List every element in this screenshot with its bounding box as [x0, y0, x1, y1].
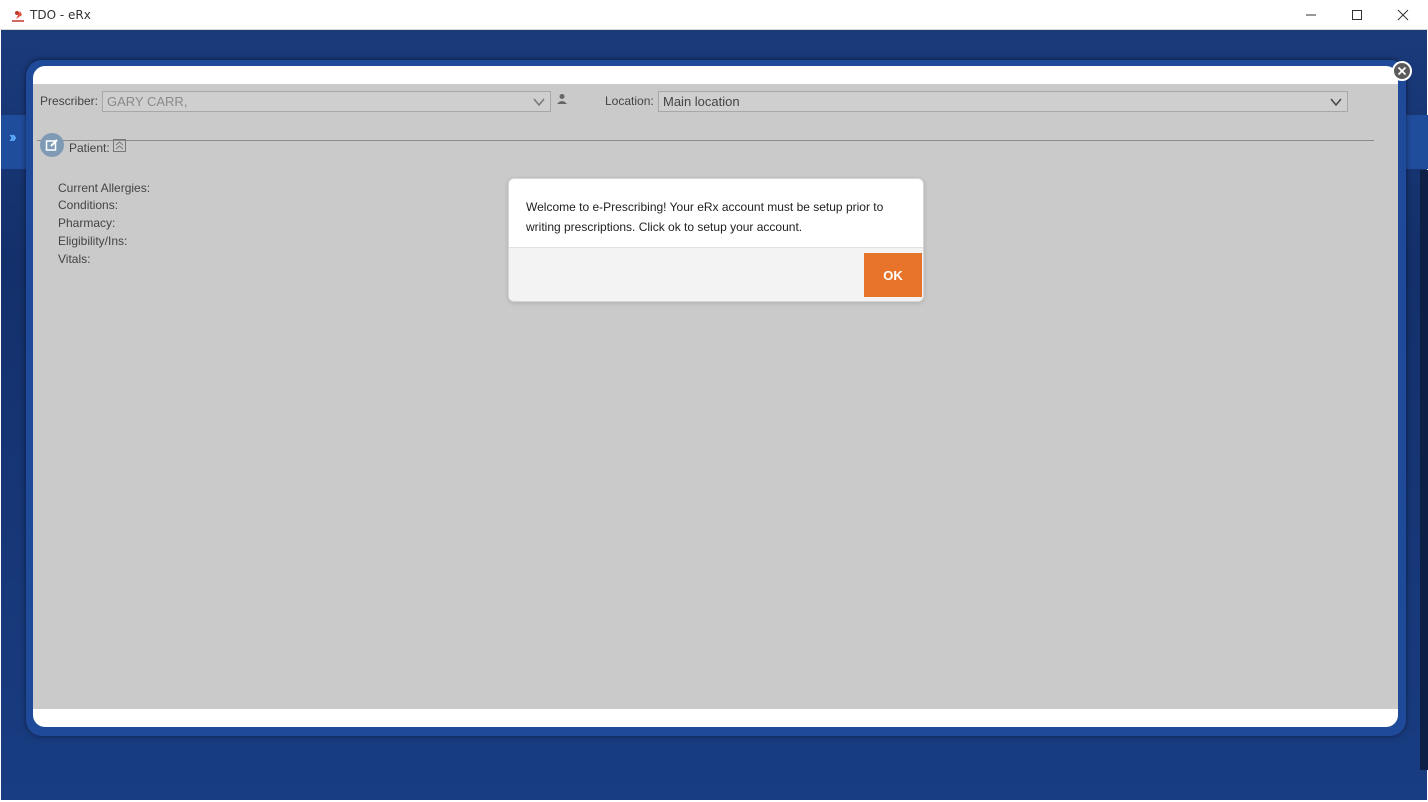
dialog-footer: OK [509, 247, 923, 301]
patient-label: Patient: [69, 141, 110, 155]
location-value: Main location [663, 94, 740, 109]
close-modal-button[interactable] [1392, 61, 1412, 81]
minimize-icon [1306, 14, 1316, 16]
expand-sidebar-icon[interactable]: ›› [9, 129, 16, 147]
current-allergies-label: Current Allergies: [58, 181, 151, 195]
conditions-label: Conditions: [58, 198, 119, 212]
location-label: Location: [605, 94, 654, 108]
eligibility-label: Eligibility/Ins: [58, 234, 128, 248]
location-select[interactable]: Main location [658, 91, 1348, 112]
prescriber-person-icon[interactable] [556, 93, 568, 105]
prescriber-value: GARY CARR, [107, 94, 188, 109]
dialog-message: Welcome to e-Prescribing! Your eRx accou… [526, 200, 884, 234]
close-icon [1397, 66, 1407, 76]
close-icon [1397, 9, 1409, 21]
window-title: TDO - eRx [30, 8, 91, 22]
vitals-label: Vitals: [58, 252, 91, 266]
erx-modal-content: Prescriber: GARY CARR, Location: Main lo… [33, 66, 1398, 727]
ok-button[interactable]: OK [864, 253, 922, 297]
chevron-down-icon [1330, 98, 1342, 107]
close-window-button[interactable] [1380, 0, 1426, 30]
edit-icon [45, 139, 58, 151]
prescriber-select[interactable]: GARY CARR, [102, 91, 551, 112]
welcome-dialog: Welcome to e-Prescribing! Your eRx accou… [508, 178, 924, 302]
collapse-patient-icon[interactable] [113, 139, 126, 152]
maximize-button[interactable] [1334, 0, 1380, 30]
minimize-button[interactable] [1288, 0, 1334, 30]
chevron-down-icon [533, 98, 545, 107]
window-title-bar: TDO - eRx [0, 0, 1428, 30]
divider [37, 140, 1374, 141]
right-edge-panel [1420, 170, 1428, 770]
app-icon [12, 11, 24, 22]
maximize-icon [1352, 10, 1362, 20]
pharmacy-label: Pharmacy: [58, 216, 116, 230]
prescriber-label: Prescriber: [40, 94, 99, 108]
edit-patient-button[interactable] [40, 133, 64, 157]
